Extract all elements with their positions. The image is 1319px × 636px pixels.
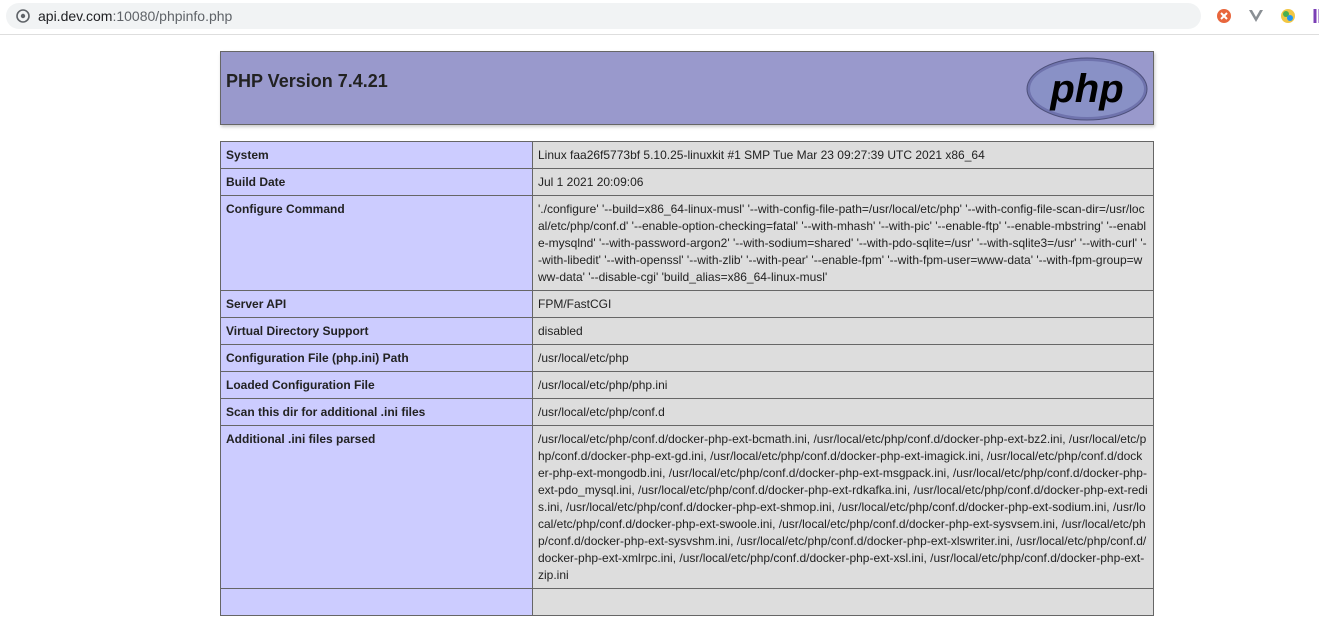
extension-color-icon[interactable] — [1280, 8, 1296, 24]
php-info-table: System Linux faa26f5773bf 5.10.25-linuxk… — [220, 141, 1154, 616]
extension-vue-icon[interactable] — [1248, 8, 1264, 24]
table-row: Additional .ini files parsed /usr/local/… — [220, 425, 1154, 589]
row-value: /usr/local/etc/php/conf.d — [532, 398, 1154, 426]
table-row: Server API FPM/FastCGI — [220, 290, 1154, 318]
url-text[interactable]: api.dev.com:10080/phpinfo.php — [38, 8, 232, 24]
extension-purple-icon[interactable] — [1310, 8, 1319, 24]
row-label: Scan this dir for additional .ini files — [220, 398, 533, 426]
row-value: /usr/local/etc/php — [532, 344, 1154, 372]
row-value: /usr/local/etc/php/php.ini — [532, 371, 1154, 399]
table-row: Configure Command './configure' '--build… — [220, 195, 1154, 291]
url-path: :10080/phpinfo.php — [112, 8, 233, 24]
site-info-icon[interactable] — [16, 9, 30, 23]
row-label — [220, 588, 533, 616]
table-row: Virtual Directory Support disabled — [220, 317, 1154, 345]
row-value: FPM/FastCGI — [532, 290, 1154, 318]
extension-orange-icon[interactable] — [1216, 8, 1232, 24]
page-title: PHP Version 7.4.21 — [226, 71, 388, 91]
table-row: Scan this dir for additional .ini files … — [220, 398, 1154, 426]
url-host: api.dev.com — [38, 8, 113, 24]
row-value: './configure' '--build=x86_64-linux-musl… — [532, 195, 1154, 291]
address-bar[interactable]: api.dev.com:10080/phpinfo.php — [6, 3, 1201, 29]
row-label: Server API — [220, 290, 533, 318]
table-row: Build Date Jul 1 2021 20:09:06 — [220, 168, 1154, 196]
table-row — [220, 588, 1154, 616]
table-row: System Linux faa26f5773bf 5.10.25-linuxk… — [220, 141, 1154, 169]
row-value: /usr/local/etc/php/conf.d/docker-php-ext… — [532, 425, 1154, 589]
row-label: System — [220, 141, 533, 169]
php-logo[interactable]: php — [1026, 57, 1148, 121]
row-value: Linux faa26f5773bf 5.10.25-linuxkit #1 S… — [532, 141, 1154, 169]
row-label: Virtual Directory Support — [220, 317, 533, 345]
table-row: Loaded Configuration File /usr/local/etc… — [220, 371, 1154, 399]
php-logo-text: php — [1049, 67, 1123, 111]
row-label: Additional .ini files parsed — [220, 425, 533, 589]
row-label: Loaded Configuration File — [220, 371, 533, 399]
row-value: disabled — [532, 317, 1154, 345]
browser-toolbar: api.dev.com:10080/phpinfo.php — [0, 0, 1319, 35]
row-label: Configure Command — [220, 195, 533, 291]
row-label: Configuration File (php.ini) Path — [220, 344, 533, 372]
row-value — [532, 588, 1154, 616]
row-label: Build Date — [220, 168, 533, 196]
table-row: Configuration File (php.ini) Path /usr/l… — [220, 344, 1154, 372]
row-value: Jul 1 2021 20:09:06 — [532, 168, 1154, 196]
php-version-header: PHP Version 7.4.21 php — [220, 51, 1154, 125]
